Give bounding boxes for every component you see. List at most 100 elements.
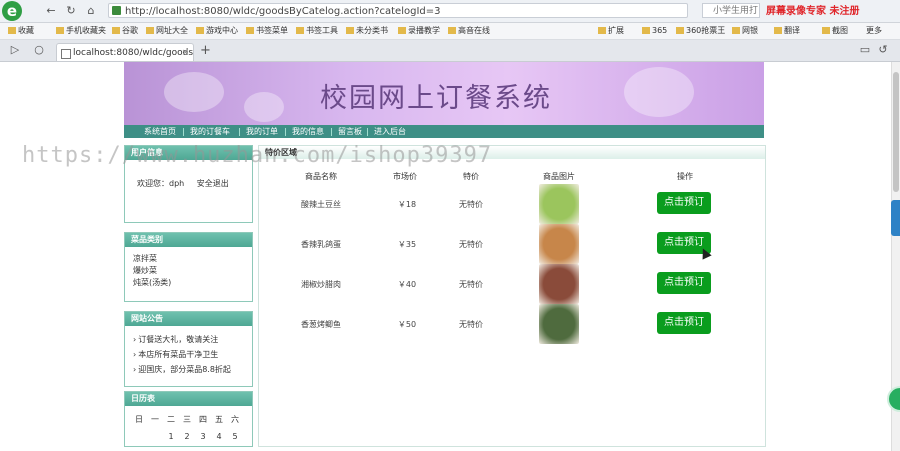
bookmark-item[interactable]: 高音在线 bbox=[448, 23, 490, 39]
category-panel: 菜品类别 凉拌菜 爆炒菜 炖菜(汤类) bbox=[124, 232, 253, 302]
dish-price: ￥18 bbox=[397, 200, 417, 209]
notice-item[interactable]: 订餐送大礼，敬请关注 bbox=[125, 332, 252, 347]
dish-price: ￥50 bbox=[397, 320, 417, 329]
menu-orders[interactable]: 我的订单 bbox=[246, 125, 278, 138]
game-icon bbox=[196, 27, 204, 34]
notice-panel: 网站公告 订餐送大礼，敬请关注 本店所有菜品干净卫生 迎国庆，部分菜品8.8折起 bbox=[124, 311, 253, 387]
menu-cart[interactable]: 我的订餐车 bbox=[190, 125, 230, 138]
bookmark-item[interactable]: 游戏中心 bbox=[196, 23, 238, 39]
back-arrow-icon[interactable]: ← bbox=[44, 4, 58, 18]
column-header: 商品图片 bbox=[543, 172, 575, 181]
calendar-day[interactable]: 4 bbox=[211, 432, 227, 441]
category-item[interactable]: 爆炒菜 bbox=[125, 265, 252, 277]
tab-localhost[interactable]: localhost:8080/wldc/goodsB × bbox=[56, 43, 194, 61]
new-tab-button[interactable]: + bbox=[200, 43, 211, 58]
tab-bar: ▷ ○ localhost:8080/wldc/goodsB × + ▭ ↺ bbox=[0, 40, 900, 62]
dish-name: 酸辣土豆丝 bbox=[301, 200, 341, 209]
dish-special: 无特价 bbox=[459, 320, 483, 329]
folder-icon bbox=[346, 27, 354, 34]
dish-image bbox=[539, 304, 579, 344]
bookmark-item[interactable]: 未分类书 bbox=[346, 23, 388, 39]
refresh-icon[interactable]: ↻ bbox=[64, 4, 78, 18]
notice-item[interactable]: 迎国庆，部分菜品8.8折起 bbox=[125, 362, 252, 377]
grid-icon bbox=[598, 27, 606, 34]
bookmarks-bar: 收藏 手机收藏夹 谷歌 网址大全 游戏中心 书签菜单 书签工具 未分类书 录播教… bbox=[0, 23, 900, 40]
bookmark-item[interactable]: 网址大全 bbox=[146, 23, 188, 39]
order-button[interactable]: 点击预订 bbox=[657, 312, 711, 334]
undo-icon[interactable]: ↺ bbox=[876, 43, 890, 57]
calendar-day[interactable]: 1 bbox=[163, 432, 179, 441]
bookmark-item[interactable]: 扩展 bbox=[598, 23, 624, 39]
recorder-tag: 屏幕录像专家 未注册 bbox=[766, 6, 860, 17]
browser-logo-icon: e bbox=[2, 1, 22, 21]
logout-link[interactable]: 安全退出 bbox=[197, 179, 229, 188]
window-icon[interactable]: ▭ bbox=[858, 43, 872, 57]
column-header: 特价 bbox=[463, 172, 479, 181]
scissors-icon bbox=[822, 27, 830, 34]
menu-admin[interactable]: 进入后台 bbox=[374, 125, 406, 138]
bookmark-item[interactable]: 网银 bbox=[732, 23, 758, 39]
order-button[interactable]: 点击预订 bbox=[657, 192, 711, 214]
bookmark-item[interactable]: 翻译 bbox=[774, 23, 800, 39]
notice-item[interactable]: 本店所有菜品干净卫生 bbox=[125, 347, 252, 362]
cloud-icon[interactable]: ○ bbox=[32, 43, 46, 57]
site-banner: 校园网上订餐系统 bbox=[124, 62, 764, 125]
bookmark-item[interactable]: 谷歌 bbox=[112, 23, 138, 39]
side-panel-handle[interactable] bbox=[891, 200, 900, 236]
column-header: 市场价 bbox=[393, 172, 417, 181]
category-item[interactable]: 炖菜(汤类) bbox=[125, 277, 252, 289]
dish-special: 无特价 bbox=[459, 200, 483, 209]
search-input[interactable]: 小学生用打 bbox=[702, 3, 760, 18]
close-icon[interactable]: × bbox=[181, 44, 189, 61]
shield-icon bbox=[642, 27, 650, 34]
search-text: 小学生用打 bbox=[713, 6, 759, 16]
banner-decoration bbox=[164, 72, 224, 112]
bookmark-item[interactable]: 书签工具 bbox=[296, 23, 338, 39]
menu-messages[interactable]: 留言板 bbox=[338, 125, 362, 138]
order-button[interactable]: 点击预订 bbox=[657, 272, 711, 294]
address-text: http://localhost:8080/wldc/goodsByCatelo… bbox=[125, 6, 441, 17]
panel-header: 日历表 bbox=[125, 392, 252, 406]
bank-icon bbox=[732, 27, 740, 34]
dish-name: 香辣乳鸽蛋 bbox=[301, 240, 341, 249]
sidebar-toggle-icon[interactable]: ▷ bbox=[8, 43, 22, 57]
bookmark-item[interactable]: 录播教学 bbox=[398, 23, 440, 39]
panel-header: 菜品类别 bbox=[125, 233, 252, 247]
home-icon[interactable]: ⌂ bbox=[84, 4, 98, 18]
scrollbar-thumb[interactable] bbox=[893, 72, 899, 192]
folder-icon bbox=[246, 27, 254, 34]
dish-name: 湘椒炒腊肉 bbox=[301, 280, 341, 289]
music-icon bbox=[448, 27, 456, 34]
menu-home[interactable]: 系统首页 bbox=[144, 125, 176, 138]
welcome-line: 欢迎您：dph 安全退出 bbox=[137, 179, 229, 188]
dish-price: ￥40 bbox=[397, 280, 417, 289]
tab-title: localhost:8080/wldc/goodsB bbox=[73, 48, 194, 58]
address-bar[interactable]: http://localhost:8080/wldc/goodsByCatelo… bbox=[108, 3, 688, 18]
panel-header: 网站公告 bbox=[125, 312, 252, 326]
banner-decoration bbox=[244, 92, 284, 122]
translate-icon bbox=[774, 27, 782, 34]
calendar-day[interactable]: 3 bbox=[195, 432, 211, 441]
dish-image bbox=[539, 224, 579, 264]
bookmark-item[interactable]: 书签菜单 bbox=[246, 23, 288, 39]
category-item[interactable]: 凉拌菜 bbox=[125, 253, 252, 265]
google-icon bbox=[112, 27, 120, 34]
watermark-text: https://www.huzhan.com/ishop39397 bbox=[22, 143, 493, 168]
menu-profile[interactable]: 我的信息 bbox=[292, 125, 324, 138]
column-header: 操作 bbox=[677, 172, 693, 181]
calendar-day[interactable]: 2 bbox=[179, 432, 195, 441]
banner-decoration bbox=[624, 67, 694, 117]
globe-icon bbox=[146, 27, 154, 34]
bookmark-item[interactable]: 手机收藏夹 bbox=[56, 23, 106, 39]
bookmark-item[interactable]: 收藏 bbox=[8, 23, 34, 39]
bookmark-item[interactable]: 360抢票王 bbox=[676, 23, 725, 39]
bookmark-item[interactable]: 更多 bbox=[866, 23, 882, 39]
bookmark-item[interactable]: 截图 bbox=[822, 23, 848, 39]
bookmark-item[interactable]: 365 bbox=[642, 23, 667, 39]
phone-icon bbox=[56, 27, 64, 34]
site-title: 校园网上订餐系统 bbox=[320, 83, 552, 114]
calendar-day[interactable]: 5 bbox=[227, 432, 243, 441]
dish-image bbox=[539, 184, 579, 224]
dish-name: 香葱烤鲫鱼 bbox=[301, 320, 341, 329]
main-menu: 系统首页 | 我的订餐车 | 我的订单 | 我的信息 | 留言板 | 进入后台 bbox=[124, 125, 764, 138]
